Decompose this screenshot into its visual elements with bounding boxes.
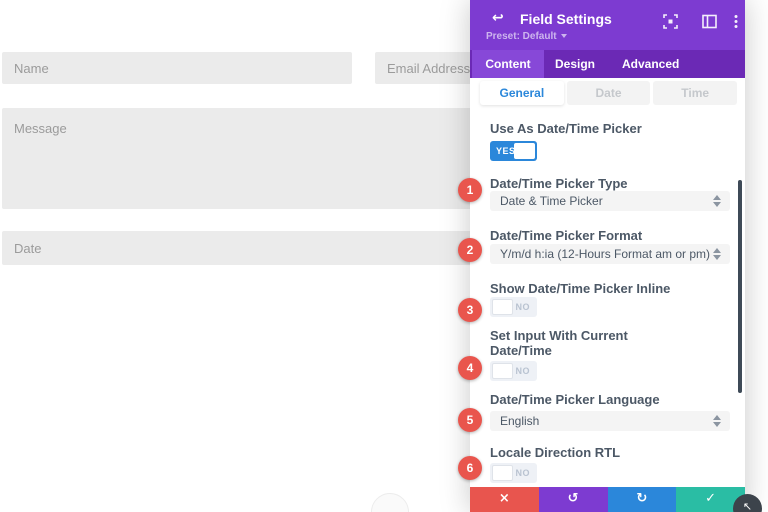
picker-inline-toggle[interactable]: NO (490, 297, 537, 317)
annotation-marker-4: 4 (458, 356, 482, 380)
subtab-general[interactable]: General (480, 81, 564, 105)
tab-advanced[interactable]: Advanced (622, 50, 679, 78)
picker-format-label: Date/Time Picker Format (490, 228, 642, 243)
picker-format-select[interactable]: Y/m/d h:ia (12-Hours Format am or pm) (490, 244, 730, 264)
set-current-label: Set Input With Current Date/Time (490, 328, 660, 358)
caret-down-icon (561, 34, 567, 38)
modal-drag-handle[interactable]: ↖ (733, 494, 762, 512)
undo-icon: ↺ (568, 491, 579, 506)
picker-inline-label: Show Date/Time Picker Inline (490, 281, 670, 296)
redo-button[interactable]: ↻ (608, 487, 677, 512)
language-label: Date/Time Picker Language (490, 392, 660, 407)
picker-type-label: Date/Time Picker Type (490, 176, 628, 191)
tab-content[interactable]: Content (472, 50, 544, 78)
use-as-picker-toggle[interactable]: YES (490, 141, 537, 161)
set-current-toggle[interactable]: NO (490, 361, 537, 381)
more-menu-icon[interactable] (733, 14, 748, 29)
snap-modal-icon[interactable] (663, 14, 678, 29)
select-arrows-icon (713, 247, 721, 261)
toggle-knob (492, 299, 513, 315)
select-arrows-icon (713, 414, 721, 428)
main-tabbar: Content Design Advanced (470, 50, 745, 78)
discard-button[interactable]: × (470, 487, 539, 512)
hidden-page-button (371, 493, 409, 512)
annotation-marker-2: 2 (458, 238, 482, 262)
preset-selector[interactable]: Preset: Default (486, 31, 567, 42)
close-icon: × (499, 491, 510, 506)
toggle-state-label: NO (516, 297, 531, 317)
toggle-knob (514, 143, 535, 159)
toggle-knob (492, 363, 513, 379)
use-as-picker-label: Use As Date/Time Picker (490, 121, 642, 136)
toggle-state-label: NO (516, 463, 531, 483)
sub-tabbar: General Date Time (480, 81, 737, 105)
language-select[interactable]: English (490, 411, 730, 431)
toggle-state-label: YES (496, 141, 516, 161)
field-settings-modal: ↩ Field Settings Preset: Default (470, 0, 745, 512)
name-input[interactable] (2, 52, 352, 84)
annotation-marker-6: 6 (458, 456, 482, 480)
back-icon[interactable]: ↩ (492, 9, 510, 27)
panel-scrollbar[interactable] (738, 180, 742, 393)
modal-header: ↩ Field Settings Preset: Default (470, 0, 745, 50)
annotation-marker-3: 3 (458, 298, 482, 322)
annotation-marker-1: 1 (458, 178, 482, 202)
select-value: English (500, 414, 539, 428)
picker-type-select[interactable]: Date & Time Picker (490, 191, 730, 211)
redo-icon: ↻ (636, 491, 647, 506)
subtab-date[interactable]: Date (567, 81, 651, 105)
rtl-label: Locale Direction RTL (490, 445, 620, 460)
toggle-state-label: NO (516, 361, 531, 381)
split-view-icon[interactable] (702, 14, 717, 29)
arrow-up-left-icon: ↖ (743, 500, 752, 512)
undo-button[interactable]: ↺ (539, 487, 608, 512)
annotation-marker-5: 5 (458, 408, 482, 432)
select-value: Date & Time Picker (500, 194, 603, 208)
select-value: Y/m/d h:ia (12-Hours Format am or pm) (500, 247, 710, 261)
modal-footer: × ↺ ↻ ✓ (470, 487, 745, 512)
tab-design[interactable]: Design (555, 50, 595, 78)
subtab-time[interactable]: Time (653, 81, 737, 105)
preset-label: Preset: Default (486, 31, 557, 42)
rtl-toggle[interactable]: NO (490, 463, 537, 483)
divi-builder-screen: ↩ Field Settings Preset: Default (0, 0, 768, 512)
select-arrows-icon (713, 194, 721, 208)
check-icon: ✓ (705, 491, 716, 506)
modal-title: Field Settings (520, 11, 612, 27)
toggle-knob (492, 465, 513, 481)
